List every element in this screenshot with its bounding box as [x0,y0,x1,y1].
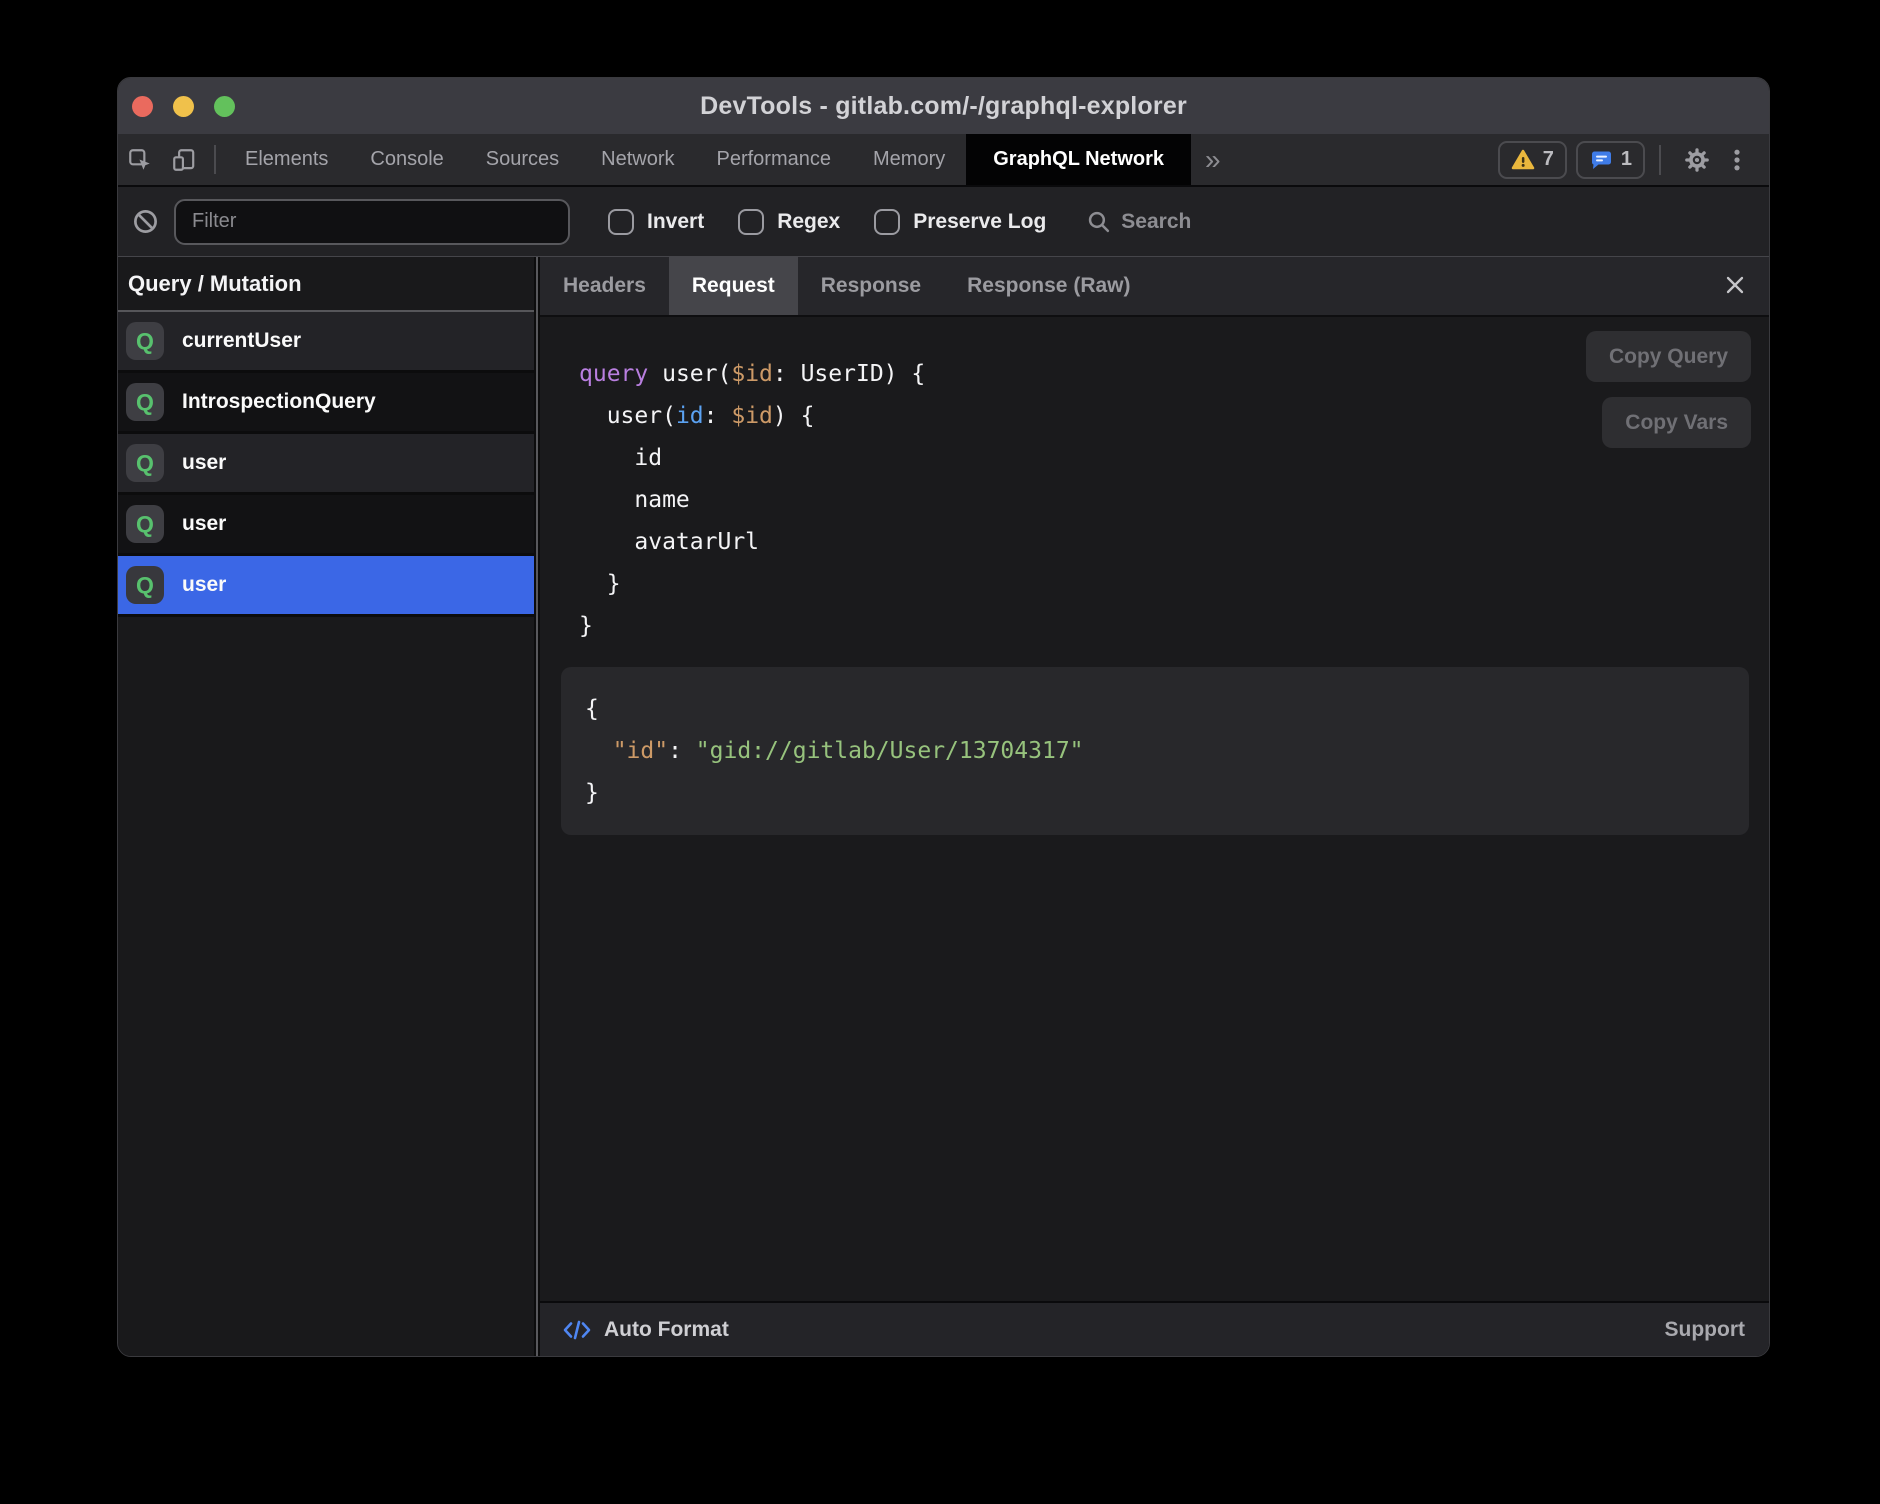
code-line: name [579,479,1769,521]
query-type-badge: Q [126,505,164,543]
filter-input[interactable] [174,199,570,245]
checkbox-label: Preserve Log [913,210,1046,234]
settings-gear-icon[interactable] [1675,147,1719,173]
code-line: avatarUrl [579,521,1769,563]
more-options-icon[interactable] [1719,147,1755,173]
code-line: } [585,772,1725,814]
devtools-window: DevTools - gitlab.com/-/graphql-explorer… [117,77,1770,1357]
filter-options: Invert Regex Preserve Log [608,209,1046,235]
checkbox-preserve-log[interactable]: Preserve Log [874,209,1046,235]
search-label: Search [1121,210,1191,234]
request-body: Copy Query Copy Vars query user($id: Use… [540,317,1769,1301]
close-window-button[interactable] [132,96,153,117]
panel-tab-console[interactable]: Console [349,134,464,185]
toolbar-spacer [1235,134,1498,185]
toolbar-divider [214,145,216,174]
query-name-label: user [182,512,226,536]
device-toolbar-icon[interactable] [162,134,206,185]
request-tab-request[interactable]: Request [669,257,798,315]
panel-tab-strip: ElementsConsoleSourcesNetworkPerformance… [224,134,1191,185]
query-type-badge: Q [126,444,164,482]
request-tab-response[interactable]: Response [798,257,944,315]
window-titlebar[interactable]: DevTools - gitlab.com/-/graphql-explorer [118,78,1769,134]
code-brackets-icon [562,1317,592,1343]
auto-format-button[interactable]: Auto Format [562,1317,729,1343]
panel-tab-memory[interactable]: Memory [852,134,966,185]
query-list-item-user-2[interactable]: Quser [118,434,534,495]
graphql-query-code: query user($id: UserID) { user(id: $id) … [540,317,1769,647]
request-tab-headers[interactable]: Headers [540,257,669,315]
request-tab-response-raw[interactable]: Response (Raw) [944,257,1153,315]
chat-bubble-icon [1589,148,1613,172]
code-line: } [579,563,1769,605]
inspect-element-icon[interactable] [118,134,162,185]
sidebar-header: Query / Mutation [118,257,534,312]
traffic-lights [132,78,235,134]
panel-tab-sources[interactable]: Sources [465,134,580,185]
devtools-toolbar: ElementsConsoleSourcesNetworkPerformance… [118,134,1769,187]
query-name-label: currentUser [182,329,301,353]
toolbar-right-group: 7 1 [1498,134,1755,185]
query-name-label: IntrospectionQuery [182,390,376,414]
toolbar-divider [1659,145,1661,175]
panel-footer: Auto Format Support [540,1301,1769,1356]
query-list-sidebar: Query / Mutation QcurrentUserQIntrospect… [118,257,534,1356]
checkbox-box-invert[interactable] [608,209,634,235]
more-panels-chevron-icon[interactable]: » [1191,134,1235,185]
panel-tab-elements[interactable]: Elements [224,134,349,185]
search-button[interactable]: Search [1086,209,1191,234]
code-line: } [579,605,1769,647]
panel-tab-network[interactable]: Network [580,134,695,185]
query-list-item-user-4[interactable]: Quser [118,556,534,617]
status-badges: 7 1 [1498,141,1645,179]
copy-buttons: Copy Query Copy Vars [1586,331,1751,448]
warnings-badge[interactable]: 7 [1498,141,1567,179]
checkbox-label: Regex [777,210,840,234]
query-list: QcurrentUserQIntrospectionQueryQuserQuse… [118,312,534,617]
query-list-item-introspectionquery-1[interactable]: Q IntrospectionQuery [118,373,534,434]
copy-vars-button[interactable]: Copy Vars [1602,397,1751,448]
warning-triangle-icon [1511,148,1535,172]
query-list-item-user-3[interactable]: Quser [118,495,534,556]
panel-tab-performance[interactable]: Performance [696,134,853,185]
close-panel-icon[interactable] [1719,270,1751,302]
issues-badge[interactable]: 1 [1576,141,1645,179]
checkbox-box-regex[interactable] [738,209,764,235]
maximize-window-button[interactable] [214,96,235,117]
code-line: "id": "gid://gitlab/User/13704317" [585,730,1725,772]
checkbox-regex[interactable]: Regex [738,209,840,235]
checkbox-invert[interactable]: Invert [608,209,704,235]
filter-bar: Invert Regex Preserve Log Search [118,187,1769,257]
query-name-label: user [182,573,226,597]
warning-count: 7 [1543,148,1554,171]
checkbox-label: Invert [647,210,704,234]
request-tabs: HeadersRequestResponseResponse (Raw) [540,257,1154,315]
minimize-window-button[interactable] [173,96,194,117]
window-title: DevTools - gitlab.com/-/graphql-explorer [700,92,1187,121]
copy-query-button[interactable]: Copy Query [1586,331,1751,382]
query-type-badge: Q [126,566,164,604]
query-list-item-currentuser-0[interactable]: QcurrentUser [118,312,534,373]
support-link[interactable]: Support [1665,1318,1745,1342]
auto-format-label: Auto Format [604,1318,729,1342]
graphql-variables-code: { "id": "gid://gitlab/User/13704317"} [585,688,1725,814]
panel-content: Query / Mutation QcurrentUserQIntrospect… [118,257,1769,1356]
code-line: { [585,688,1725,730]
checkbox-box-preserve-log[interactable] [874,209,900,235]
clear-filter-icon[interactable] [132,208,159,235]
request-tab-strip: HeadersRequestResponseResponse (Raw) [540,257,1769,317]
issues-count: 1 [1621,148,1632,171]
query-name-label: user [182,451,226,475]
request-detail-panel: HeadersRequestResponseResponse (Raw) Cop… [540,257,1769,1356]
search-icon [1086,209,1111,234]
query-type-badge: Q [126,322,164,360]
query-variables-box: { "id": "gid://gitlab/User/13704317"} [561,667,1749,835]
query-type-badge: Q [126,383,164,421]
desktop-background: DevTools - gitlab.com/-/graphql-explorer… [0,0,1880,1504]
panel-tab-graphql-network[interactable]: GraphQL Network [966,134,1191,185]
